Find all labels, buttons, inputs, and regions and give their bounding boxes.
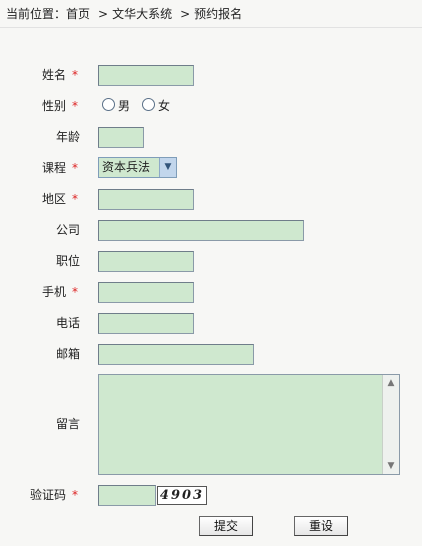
company-label: 公司	[56, 220, 80, 240]
course-label-text: 课程	[41, 161, 66, 175]
captcha-label: 验证码 *	[30, 485, 78, 505]
captcha-input[interactable]	[98, 485, 156, 506]
required-mark: *	[72, 99, 78, 113]
scroll-up-icon[interactable]: ▲	[383, 375, 399, 391]
gender-female-label[interactable]: 女	[158, 99, 170, 113]
required-mark: *	[72, 488, 78, 502]
chevron-down-icon[interactable]: ▼	[159, 158, 176, 177]
email-input[interactable]	[98, 344, 254, 365]
breadcrumb-current: 预约报名	[194, 7, 243, 21]
name-label-text: 姓名	[41, 68, 66, 82]
required-mark: *	[72, 285, 78, 299]
mobile-label-text: 手机	[41, 285, 66, 299]
mobile-label: 手机 *	[42, 282, 78, 302]
phone-input[interactable]	[98, 313, 194, 334]
required-mark: *	[72, 161, 78, 175]
gender-male-label[interactable]: 男	[118, 99, 130, 113]
message-scrollbar[interactable]: ▲ ▼	[382, 375, 399, 474]
gender-male-radio[interactable]	[102, 98, 115, 111]
header-divider	[0, 27, 422, 28]
age-input[interactable]	[98, 127, 144, 148]
course-label: 课程 *	[42, 158, 78, 178]
gender-label: 性别 *	[42, 96, 78, 116]
name-input[interactable]	[98, 65, 194, 86]
gender-radio-group: 男女	[102, 96, 182, 116]
submit-button[interactable]: 提交	[199, 516, 253, 536]
breadcrumb-separator: >	[180, 7, 191, 21]
name-label: 姓名 *	[42, 65, 78, 85]
message-label: 留言	[56, 414, 80, 434]
scroll-down-icon[interactable]: ▼	[383, 458, 399, 474]
region-input[interactable]	[98, 189, 194, 210]
phone-label: 电话	[56, 313, 80, 333]
phone-label-text: 电话	[55, 316, 80, 330]
region-label: 地区 *	[42, 189, 78, 209]
company-input[interactable]	[98, 220, 304, 241]
breadcrumb-separator: >	[98, 7, 109, 21]
course-select-value: 资本兵法	[102, 160, 151, 174]
course-select[interactable]: 资本兵法 ▼	[98, 157, 177, 178]
email-label-text: 邮箱	[55, 347, 80, 361]
mobile-input[interactable]	[98, 282, 194, 303]
message-label-text: 留言	[55, 417, 80, 431]
breadcrumb-section-link[interactable]: 文华大系统	[112, 7, 172, 21]
email-label: 邮箱	[56, 344, 80, 364]
position-label-text: 职位	[55, 254, 80, 268]
age-label: 年龄	[56, 127, 80, 147]
required-mark: *	[72, 192, 78, 206]
position-input[interactable]	[98, 251, 194, 272]
reset-button[interactable]: 重设	[294, 516, 348, 536]
required-mark: *	[72, 68, 78, 82]
captcha-image[interactable]: 4903	[157, 486, 207, 505]
position-label: 职位	[56, 251, 80, 271]
region-label-text: 地区	[41, 192, 66, 206]
gender-female-radio[interactable]	[142, 98, 156, 111]
message-textarea[interactable]: ▲ ▼	[98, 374, 400, 475]
captcha-label-text: 验证码	[29, 488, 66, 502]
breadcrumb-prefix: 当前位置：	[6, 7, 67, 21]
gender-label-text: 性别	[41, 99, 66, 113]
breadcrumb: 当前位置：首页 > 文华大系统 > 预约报名	[6, 6, 242, 22]
age-label-text: 年龄	[55, 130, 80, 144]
company-label-text: 公司	[55, 223, 80, 237]
breadcrumb-home-link[interactable]: 首页	[66, 7, 90, 21]
